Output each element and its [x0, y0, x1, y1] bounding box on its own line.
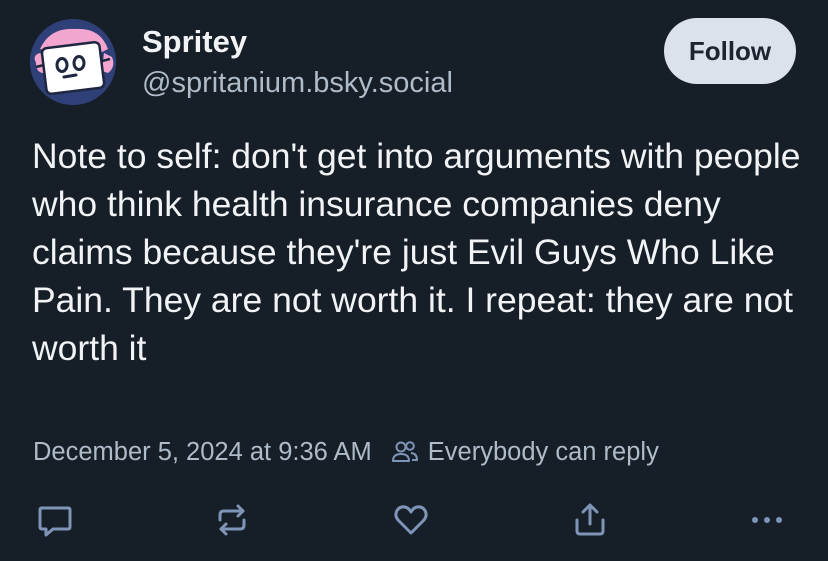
reply-setting-label: Everybody can reply: [427, 437, 659, 466]
post-timestamp[interactable]: December 5, 2024 at 9:36 AM: [33, 438, 372, 467]
share-button[interactable]: [568, 498, 612, 542]
like-icon: [394, 505, 428, 535]
more-icon: [752, 517, 782, 523]
reply-button[interactable]: [33, 498, 77, 542]
avatar[interactable]: [30, 19, 116, 105]
post-meta: December 5, 2024 at 9:36 AM Everybody ca…: [33, 437, 659, 467]
author-handle[interactable]: @spritanium.bsky.social: [142, 67, 453, 100]
reply-setting[interactable]: Everybody can reply: [390, 437, 659, 467]
follow-button[interactable]: Follow: [664, 18, 796, 84]
more-options-button[interactable]: [744, 498, 788, 542]
share-icon: [575, 503, 605, 536]
people-icon: [391, 441, 418, 462]
reply-icon: [38, 506, 72, 537]
author-display-name[interactable]: Spritey: [142, 24, 247, 60]
repost-icon: [218, 504, 246, 536]
post-card: Spritey @spritanium.bsky.social Follow N…: [0, 0, 828, 561]
like-button[interactable]: [389, 498, 433, 542]
repost-button[interactable]: [210, 498, 254, 542]
post-text: Note to self: don't get into arguments w…: [32, 136, 801, 368]
robot-avatar-icon: [30, 19, 116, 105]
